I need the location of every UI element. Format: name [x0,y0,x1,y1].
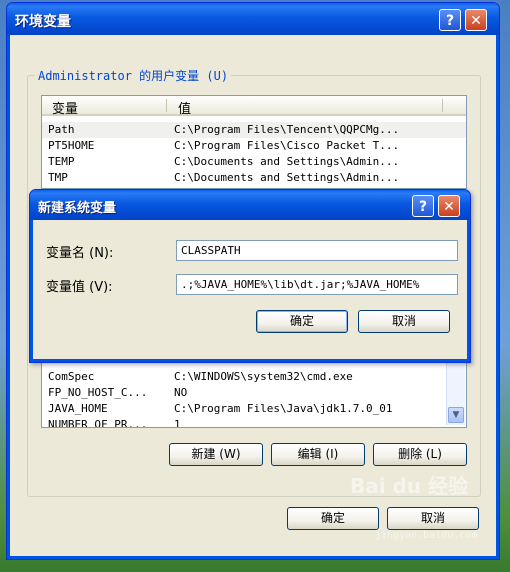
variable-value: C:\Program Files\Tencent\QQPCMg... [174,123,400,136]
list-item[interactable]: PT5HOME C:\Program Files\Cisco Packet T.… [42,138,466,154]
variable-value: C:\Program Files\Cisco Packet T... [174,139,400,152]
dialog-cancel-button[interactable]: 取消 [358,310,450,333]
new-variable-button[interactable]: 新建 (W) [169,443,263,466]
variable-name-input[interactable]: CLASSPATH [176,240,458,261]
user-variables-label: Administrator 的用户变量 (U) [35,67,232,84]
variable-name: Path [48,123,75,136]
watermark-logo: Bai du 经验 [350,474,469,498]
new-system-variable-dialog: 新建系统变量 ? ✕ 变量名 (N): CLASSPATH 变量值 (V): .… [29,189,471,363]
variable-name: ComSpec [48,370,95,383]
list-item[interactable]: FP_NO_HOST_C... NO [42,385,466,401]
variable-name: FP_NO_HOST_C... [48,386,148,399]
user-variables-list[interactable]: 变量 值 Path C:\Program Files\Tencent\QQPCM… [41,95,467,189]
variable-name: PT5HOME [48,139,95,152]
dialog-title: 新建系统变量 [38,201,117,216]
list-item[interactable]: ComSpec C:\WINDOWS\system32\cmd.exe [42,369,466,385]
dialog-client: 变量名 (N): CLASSPATH 变量值 (V): .;%JAVA_HOME… [34,220,466,358]
list-header: 变量 值 [42,96,466,117]
variable-name-label: 变量名 (N): [46,246,114,261]
variable-value: NO [174,386,188,399]
variable-value: 1 [174,418,181,428]
watermark-url: jingyan.baidu.com [375,530,478,541]
dialog-title-bar[interactable]: 新建系统变量 ? ✕ [30,190,470,220]
column-divider[interactable] [442,99,443,112]
help-button[interactable]: ? [439,9,461,31]
column-header-value[interactable]: 值 [178,98,191,117]
dialog-help-button[interactable]: ? [412,195,434,217]
dialog-ok-button[interactable]: 确定 [256,310,348,333]
variable-value-input[interactable]: .;%JAVA_HOME%\lib\dt.jar;%JAVA_HOME% [176,274,458,295]
column-divider[interactable] [166,99,167,112]
edit-variable-button[interactable]: 编辑 (I) [271,443,365,466]
variable-name: TMP [48,171,68,184]
list-item[interactable]: TMP C:\Documents and Settings\Admin... [42,170,466,186]
title-bar[interactable]: 环境变量 ? ✕ [7,3,499,35]
close-button[interactable]: ✕ [465,9,487,31]
variable-value-label: 变量值 (V): [46,280,113,295]
list-item[interactable]: TEMP C:\Documents and Settings\Admin... [42,154,466,170]
window-title: 环境变量 [15,14,71,30]
variable-value: C:\Documents and Settings\Admin... [174,155,400,168]
variable-name: NUMBER_OF_PR... [48,418,148,428]
variable-value: C:\Program Files\Java\jdk1.7.0_01 [174,402,393,415]
variable-value: C:\WINDOWS\system32\cmd.exe [174,370,353,383]
column-header-variable[interactable]: 变量 [52,98,78,117]
scroll-down-icon[interactable]: ▼ [448,407,464,423]
variable-name: TEMP [48,155,75,168]
list-item[interactable]: JAVA_HOME C:\Program Files\Java\jdk1.7.0… [42,401,466,417]
list-item[interactable]: NUMBER_OF_PR... 1 [42,417,466,428]
variable-name: JAVA_HOME [48,402,108,415]
dialog-close-button[interactable]: ✕ [438,195,460,217]
cancel-button[interactable]: 取消 [387,507,479,530]
variable-value: C:\Documents and Settings\Admin... [174,171,400,184]
ok-button[interactable]: 确定 [287,507,379,530]
list-item[interactable]: Path C:\Program Files\Tencent\QQPCMg... [42,122,466,138]
delete-variable-button[interactable]: 删除 (L) [373,443,467,466]
